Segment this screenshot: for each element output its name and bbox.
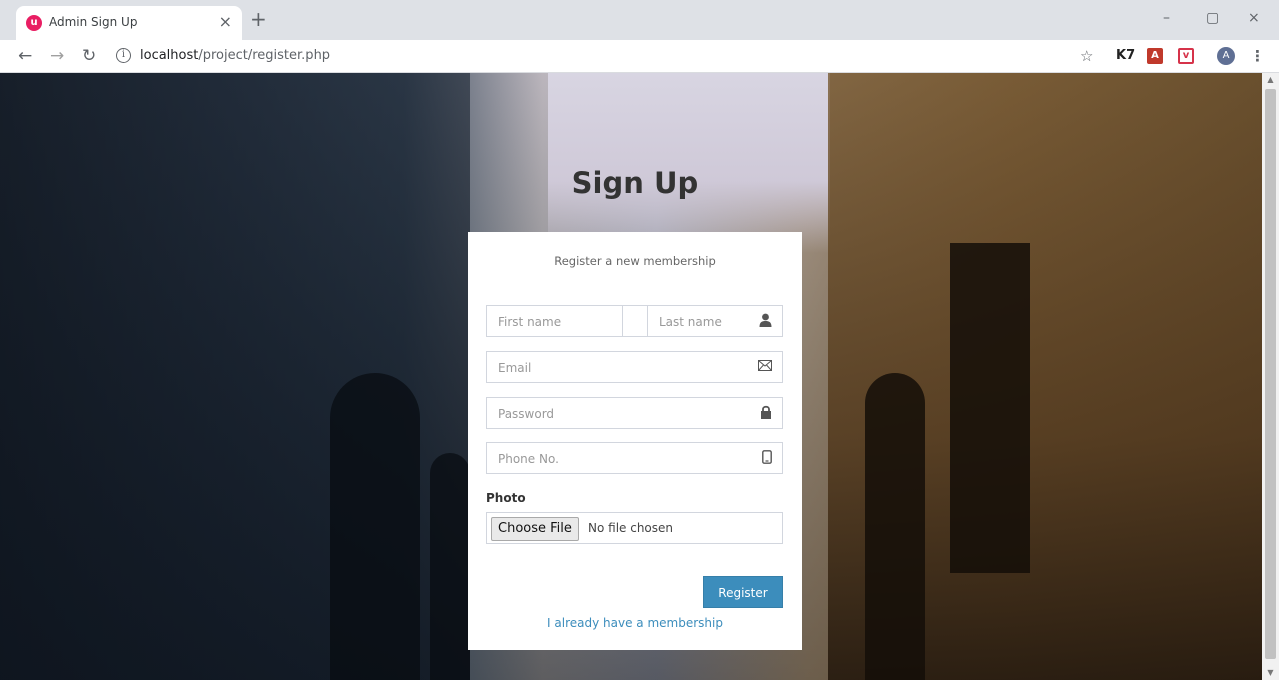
first-name-input[interactable]: First name [486,305,623,337]
pdf-extension-icon[interactable]: A [1147,48,1163,64]
phone-icon [762,450,772,468]
already-member-link[interactable]: I already have a membership [468,616,802,630]
url-host: localhost [140,48,199,63]
address-bar[interactable]: localhost/project/register.php [140,48,330,63]
menu-kebab-icon[interactable]: ⋮ [1250,46,1265,66]
restore-window-button[interactable]: ▢ [1206,8,1219,28]
name-separator-addon [622,305,648,337]
tab-close-icon[interactable]: × [219,12,232,32]
background-arch [330,373,420,680]
envelope-icon [758,359,772,375]
email-placeholder: Email [498,361,532,375]
password-placeholder: Password [498,407,555,421]
close-window-button[interactable]: × [1248,8,1260,28]
new-tab-button[interactable]: + [250,8,267,30]
email-input[interactable]: Email [486,351,783,383]
background-arch [865,373,925,680]
page-scrollbar[interactable]: ▲ ▼ [1262,73,1279,680]
reload-icon[interactable]: ↻ [82,46,96,66]
browser-toolbar: ← → ↻ i localhost/project/register.php ☆… [0,40,1279,73]
register-message: Register a new membership [554,254,716,268]
scroll-down-arrow-icon[interactable]: ▼ [1262,666,1279,680]
bookmark-star-icon[interactable]: ☆ [1080,48,1093,64]
lock-icon [760,405,772,423]
password-input[interactable]: Password [486,397,783,429]
profile-avatar[interactable]: A [1217,47,1235,65]
minimize-window-button[interactable]: – [1163,8,1170,28]
photo-label: Photo [486,491,526,505]
pocket-extension-icon[interactable]: v [1178,48,1194,64]
background-arch [430,453,470,680]
choose-file-button[interactable]: Choose File [491,517,579,541]
page-title: Sign Up [571,166,699,200]
forward-arrow-icon[interactable]: → [50,46,64,66]
back-arrow-icon[interactable]: ← [18,46,32,66]
phone-placeholder: Phone No. [498,452,559,466]
phone-input[interactable]: Phone No. [486,442,783,474]
background-sky [548,73,830,253]
info-icon[interactable]: i [116,48,131,63]
browser-tab-bar: u Admin Sign Up × + – ▢ × [0,0,1279,40]
photo-file-input[interactable]: Choose File No file chosen [486,512,783,544]
browser-tab[interactable]: u Admin Sign Up × [16,6,242,40]
background-window [950,243,1030,573]
last-name-input[interactable]: Last name [647,305,783,337]
url-path: /project/register.php [198,48,331,63]
scroll-up-arrow-icon[interactable]: ▲ [1262,73,1279,87]
last-name-placeholder: Last name [659,315,722,329]
tab-title: Admin Sign Up [49,15,138,29]
scroll-thumb[interactable] [1265,89,1276,659]
user-icon [759,313,772,331]
favicon-icon: u [26,15,42,31]
first-name-placeholder: First name [498,315,562,329]
register-card: Register a new membership First name Las… [468,232,802,650]
k7-extension-icon[interactable]: K7 [1116,48,1135,64]
register-button[interactable]: Register [703,576,783,608]
no-file-chosen-text: No file chosen [588,521,674,535]
